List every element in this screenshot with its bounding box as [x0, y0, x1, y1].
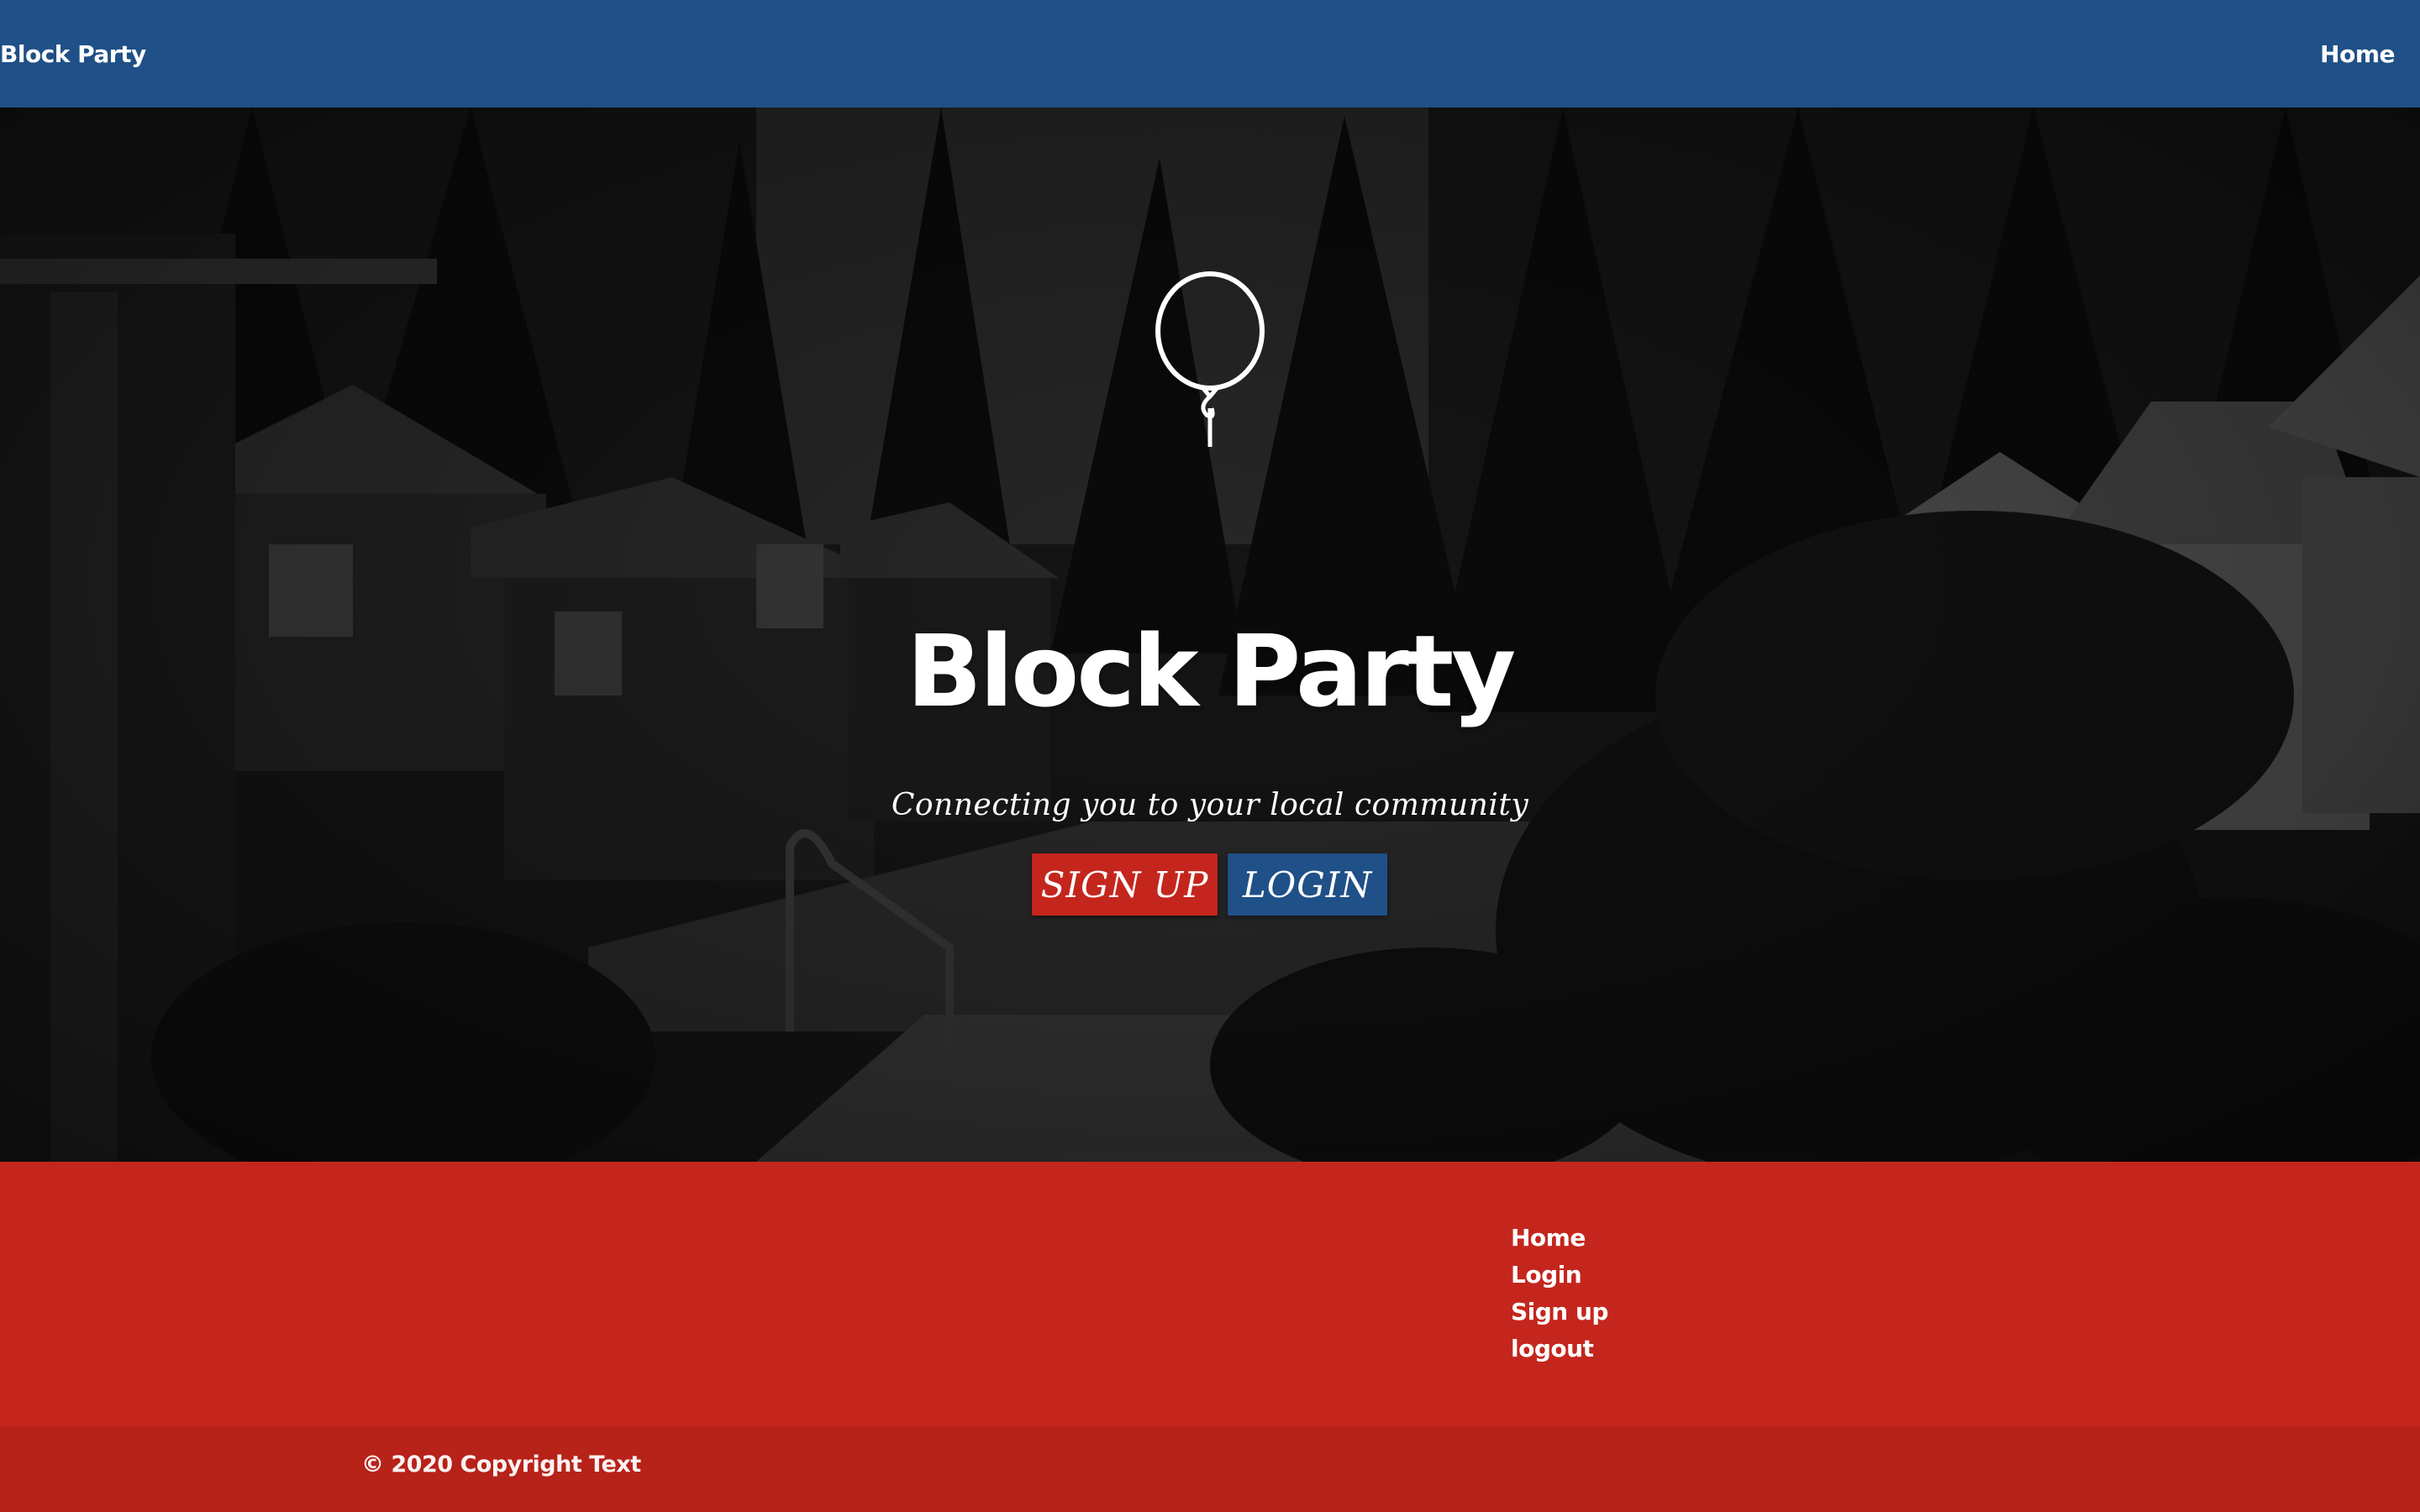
footer-link-signup[interactable]: Sign up: [1511, 1294, 1608, 1331]
footer-link-login[interactable]: Login: [1511, 1257, 1608, 1294]
top-navbar: Block Party Home: [0, 0, 2420, 108]
balloon-icon: [1155, 271, 1265, 447]
hero-subtitle: Connecting you to your local community: [891, 788, 1529, 822]
login-button[interactable]: LOGIN: [1228, 853, 1387, 916]
nav-home-link[interactable]: Home: [2320, 40, 2395, 68]
footer-link-home[interactable]: Home: [1511, 1220, 1608, 1257]
hero-buttons: SIGN UP LOGIN: [1032, 853, 1387, 916]
signup-button[interactable]: SIGN UP: [1032, 853, 1218, 916]
footer-links: Home Login Sign up logout: [1511, 1220, 1608, 1368]
brand-link[interactable]: Block Party: [0, 40, 146, 68]
copyright-text: © 2020 Copyright Text: [361, 1452, 641, 1478]
footer: [0, 1162, 2420, 1426]
hero-title: Block Party: [906, 613, 1516, 729]
footer-link-logout[interactable]: logout: [1511, 1331, 1608, 1368]
